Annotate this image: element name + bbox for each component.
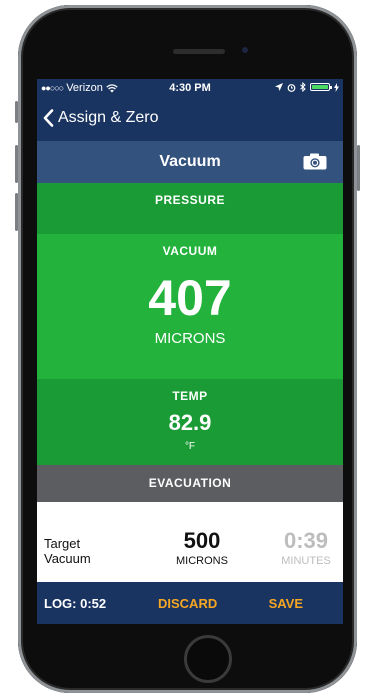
temp-unit: °F xyxy=(184,441,196,452)
mute-switch xyxy=(15,101,18,123)
vacuum-label: VACUUM xyxy=(162,244,218,258)
nav-bar: Assign & Zero xyxy=(37,99,343,141)
temp-value: 82.9 xyxy=(168,410,212,435)
timer-value: 0:39 xyxy=(283,528,329,553)
earpiece-speaker xyxy=(173,49,225,54)
vacuum-unit: MICRONS xyxy=(154,330,226,347)
alarm-icon xyxy=(287,83,296,92)
status-bar: ●●○○○ Verizon 4:30 PM xyxy=(37,79,343,99)
app-screen: ●●○○○ Verizon 4:30 PM Assign & Zero Vacu… xyxy=(37,79,343,624)
target-vacuum-field[interactable]: 500 MICRONS xyxy=(147,528,257,567)
home-button[interactable] xyxy=(184,635,232,683)
evacuation-timer: 0:39 MINUTES xyxy=(276,528,336,567)
front-camera xyxy=(242,47,248,53)
log-timer: LOG: 0:52 xyxy=(44,596,107,611)
volume-down-button xyxy=(15,193,18,231)
bluetooth-icon xyxy=(300,82,306,92)
evacuation-label: EVACUATION xyxy=(148,476,232,490)
back-label: Assign & Zero xyxy=(58,109,159,126)
power-button xyxy=(357,145,360,191)
title-bar: Vacuum xyxy=(37,141,343,183)
charging-bolt-icon xyxy=(334,82,339,92)
chevron-left-icon xyxy=(43,109,54,127)
location-arrow-icon xyxy=(275,83,283,91)
page-title: Vacuum xyxy=(159,153,221,170)
vacuum-value: 407 xyxy=(148,270,232,326)
camera-icon[interactable] xyxy=(303,153,327,170)
save-button[interactable]: SAVE xyxy=(269,596,303,611)
back-button[interactable]: Assign & Zero xyxy=(43,109,158,127)
target-vacuum-value: 500 xyxy=(183,528,221,553)
timer-unit: MINUTES xyxy=(281,555,331,567)
battery-icon xyxy=(310,83,332,91)
temp-label: TEMP xyxy=(172,389,208,403)
discard-button[interactable]: DISCARD xyxy=(158,596,217,611)
footer-bar: LOG: 0:52 DISCARD SAVE xyxy=(37,582,343,624)
evacuation-header[interactable]: EVACUATION xyxy=(37,465,343,502)
vacuum-section[interactable]: VACUUM 407 MICRONS xyxy=(37,234,343,379)
target-vacuum-label: Target Vacuum xyxy=(44,536,91,566)
pressure-section[interactable]: PRESSURE xyxy=(37,183,343,234)
volume-up-button xyxy=(15,145,18,183)
target-vacuum-unit: MICRONS xyxy=(176,555,228,567)
pressure-label: PRESSURE xyxy=(154,193,226,207)
temp-section[interactable]: TEMP 82.9 °F xyxy=(37,379,343,465)
evacuation-panel: Target Vacuum 500 MICRONS 0:39 MINUTES xyxy=(37,502,343,582)
